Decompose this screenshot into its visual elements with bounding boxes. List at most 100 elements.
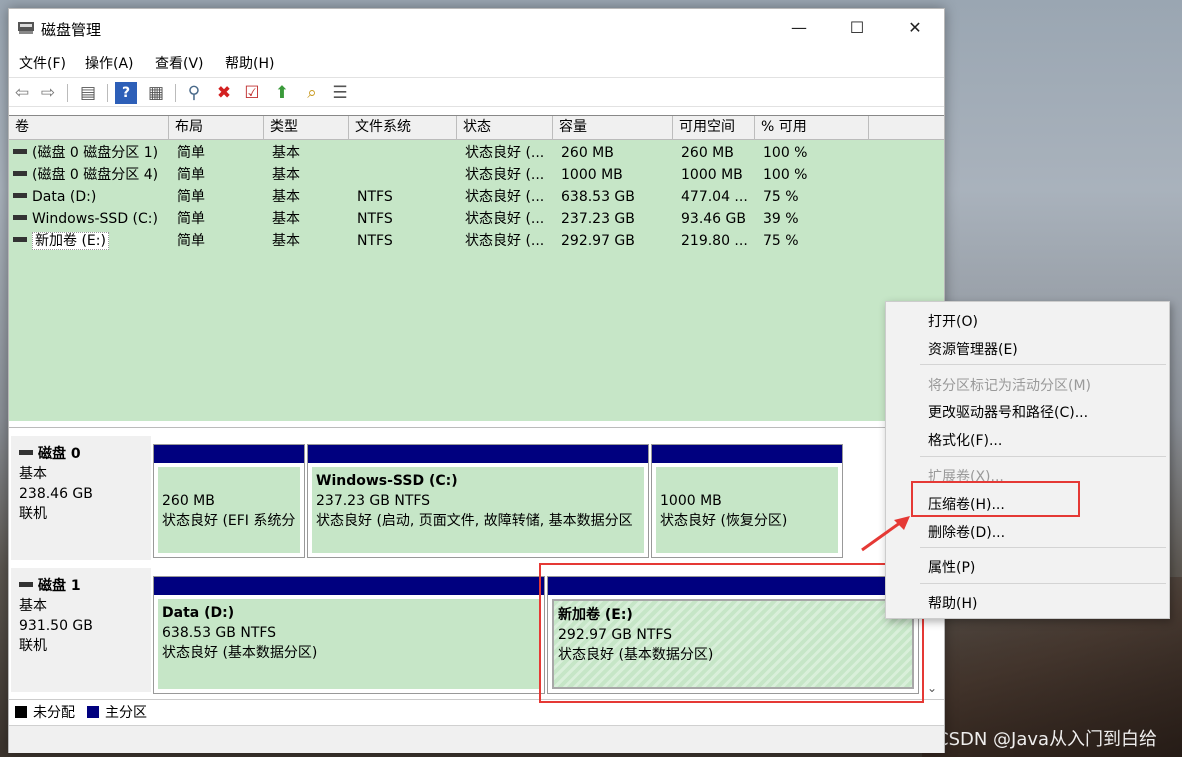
menu-delete-volume[interactable]: 删除卷(D)... — [928, 522, 1005, 542]
disk-0-label[interactable]: 磁盘 0 基本 238.46 GB 联机 — [11, 436, 151, 560]
partition-efi[interactable]: 260 MB 状态良好 (EFI 系统分 — [153, 444, 305, 558]
menu-change-drive-letter[interactable]: 更改驱动器号和路径(C)... — [928, 402, 1088, 422]
cell-status: 状态良好 (... — [465, 189, 545, 205]
menu-file[interactable]: 文件(F) — [19, 53, 66, 73]
partition-title: Data (D:) — [162, 605, 235, 621]
menu-mark-active[interactable]: 将分区标记为活动分区(M) — [928, 375, 1091, 395]
cell-free-space: 477.04 ... — [681, 189, 748, 205]
table-row[interactable]: Windows-SSD (C:) 简单 基本 NTFS 状态良好 (... 23… — [9, 208, 944, 230]
column-capacity[interactable]: 容量 — [553, 116, 673, 140]
partition-body: 1000 MB 状态良好 (恢复分区) — [656, 467, 838, 553]
disk-name: 磁盘 1 — [38, 578, 81, 594]
maximize-button[interactable]: ☐ — [835, 13, 879, 43]
toolbar-separator — [67, 84, 68, 102]
disk-type: 基本 — [19, 598, 47, 614]
menu-bar: 文件(F) 操作(A) 查看(V) 帮助(H) — [9, 51, 944, 75]
disk-status: 联机 — [19, 506, 47, 522]
disk-icon — [19, 449, 33, 455]
check-icon[interactable]: ☑ — [241, 82, 263, 104]
column-layout[interactable]: 布局 — [169, 116, 264, 140]
partition-status: 状态良好 (恢复分区) — [660, 513, 788, 529]
cell-capacity: 260 MB — [561, 145, 614, 161]
partition-size: 638.53 GB NTFS — [162, 625, 277, 641]
column-volume[interactable]: 卷 — [9, 116, 169, 140]
cell-type: 基本 — [272, 145, 300, 161]
toolbar: ⇦ ⇨ ▤ ? ▦ ⚲ ✖ ☑ ⬆ ⌕ ☰ — [9, 77, 944, 107]
back-icon[interactable]: ⇦ — [11, 82, 33, 104]
cell-percent-free: 100 % — [763, 167, 808, 183]
disk-status: 联机 — [19, 638, 47, 654]
menu-format[interactable]: 格式化(F)... — [928, 430, 1002, 450]
properties-icon[interactable]: ▤ — [77, 82, 99, 104]
up-icon[interactable]: ⬆ — [271, 82, 293, 104]
cell-filesystem: NTFS — [357, 189, 393, 205]
menu-help[interactable]: 帮助(H) — [225, 53, 274, 73]
highlight-partition-e — [539, 563, 924, 703]
cell-percent-free: 75 % — [763, 189, 799, 205]
cell-layout: 简单 — [177, 167, 205, 183]
partition-recovery[interactable]: 1000 MB 状态良好 (恢复分区) — [651, 444, 843, 558]
title-bar: 磁盘管理 — ☐ ✕ — [9, 9, 944, 49]
disk-size: 931.50 GB — [19, 618, 93, 634]
partition-status: 状态良好 (启动, 页面文件, 故障转储, 基本数据分区 — [316, 513, 633, 529]
table-row[interactable]: (磁盘 0 磁盘分区 1) 简单 基本 状态良好 (... 260 MB 260… — [9, 142, 944, 164]
menu-properties[interactable]: 属性(P) — [928, 557, 975, 577]
help-icon[interactable]: ? — [115, 82, 137, 104]
drive-icon — [13, 192, 27, 198]
cell-status: 状态良好 (... — [465, 145, 545, 161]
forward-icon[interactable]: ⇨ — [37, 82, 59, 104]
disk-1-label[interactable]: 磁盘 1 基本 931.50 GB 联机 — [11, 568, 151, 692]
column-filesystem[interactable]: 文件系统 — [349, 116, 457, 140]
cell-free-space: 93.46 GB — [681, 211, 746, 227]
table-row[interactable]: (磁盘 0 磁盘分区 4) 简单 基本 状态良好 (... 1000 MB 10… — [9, 164, 944, 186]
partition-title: Windows-SSD (C:) — [316, 473, 458, 489]
toolbar-separator — [175, 84, 176, 102]
column-type[interactable]: 类型 — [264, 116, 349, 140]
close-button[interactable]: ✕ — [893, 13, 937, 43]
partition-header-bar — [308, 445, 648, 463]
cell-status: 状态良好 (... — [465, 233, 545, 249]
cell-type: 基本 — [272, 189, 300, 205]
menu-action[interactable]: 操作(A) — [85, 53, 134, 73]
table-row-selected[interactable]: 新加卷 (E:) 简单 基本 NTFS 状态良好 (... 292.97 GB … — [9, 230, 944, 252]
connect-icon[interactable]: ⚲ — [183, 82, 205, 104]
cell-type: 基本 — [272, 233, 300, 249]
disk-name: 磁盘 0 — [38, 446, 81, 462]
drive-icon — [13, 148, 27, 154]
minimize-button[interactable]: — — [777, 13, 821, 43]
menu-explorer[interactable]: 资源管理器(E) — [928, 339, 1018, 359]
status-bar — [9, 725, 944, 753]
cell-layout: 简单 — [177, 189, 205, 205]
column-free-space[interactable]: 可用空间 — [673, 116, 755, 140]
drive-icon — [13, 214, 27, 220]
cell-percent-free: 39 % — [763, 211, 799, 227]
partition-size: 237.23 GB NTFS — [316, 493, 431, 509]
menu-open[interactable]: 打开(O) — [928, 311, 978, 331]
menu-view[interactable]: 查看(V) — [155, 53, 204, 73]
delete-icon[interactable]: ✖ — [213, 82, 235, 104]
context-menu: 打开(O) 资源管理器(E) 将分区标记为活动分区(M) 更改驱动器号和路径(C… — [885, 301, 1170, 619]
partition-c[interactable]: Windows-SSD (C:) 237.23 GB NTFS 状态良好 (启动… — [307, 444, 649, 558]
partition-size: 1000 MB — [660, 493, 722, 509]
column-percent-free[interactable]: % 可用 — [755, 116, 869, 140]
cell-free-space: 260 MB — [681, 145, 734, 161]
list-icon[interactable]: ☰ — [329, 82, 351, 104]
watermark: CSDN @Java从入门到白给 — [936, 729, 1158, 750]
menu-separator — [920, 456, 1166, 457]
volume-list-header: 卷 布局 类型 文件系统 状态 容量 可用空间 % 可用 — [9, 116, 944, 140]
toolbar-separator — [107, 84, 108, 102]
table-row[interactable]: Data (D:) 简单 基本 NTFS 状态良好 (... 638.53 GB… — [9, 186, 944, 208]
scroll-down-icon[interactable]: ⌄ — [927, 681, 937, 695]
cell-volume: Data (D:) — [13, 186, 169, 208]
search-icon[interactable]: ⌕ — [301, 82, 323, 104]
annotation-arrow-icon — [861, 516, 910, 552]
partition-header-bar — [154, 445, 304, 463]
volume-list: 卷 布局 类型 文件系统 状态 容量 可用空间 % 可用 (磁盘 0 磁盘分区 … — [9, 115, 944, 421]
cell-free-space: 1000 MB — [681, 167, 743, 183]
partition-body: Windows-SSD (C:) 237.23 GB NTFS 状态良好 (启动… — [312, 467, 644, 553]
disk-icon — [19, 581, 33, 587]
column-status[interactable]: 状态 — [457, 116, 553, 140]
menu-help-item[interactable]: 帮助(H) — [928, 593, 977, 613]
console-icon[interactable]: ▦ — [145, 82, 167, 104]
partition-d[interactable]: Data (D:) 638.53 GB NTFS 状态良好 (基本数据分区) — [153, 576, 545, 694]
